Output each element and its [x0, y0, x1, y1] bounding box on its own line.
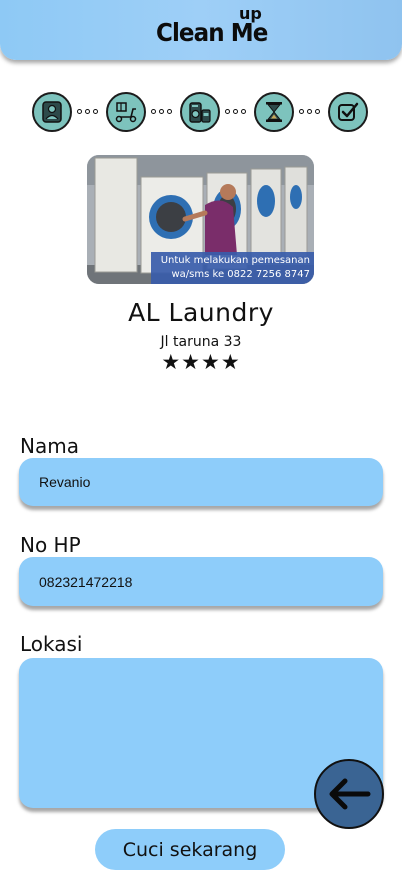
user-profile-icon	[42, 101, 62, 123]
step-waiting[interactable]	[254, 92, 294, 132]
step-done[interactable]	[328, 92, 368, 132]
step-washing[interactable]	[180, 92, 220, 132]
scooter-delivery-icon	[115, 102, 137, 123]
app-logo-superscript: up	[239, 4, 262, 23]
step-profile[interactable]	[32, 92, 72, 132]
phone-label: No HP	[20, 533, 81, 557]
photo-caption-line2: wa/sms ke 0822 7256 8747	[171, 269, 311, 280]
wash-now-button[interactable]: Cuci sekarang	[95, 829, 285, 870]
app-logo-text: Clean Me	[156, 18, 268, 47]
back-button[interactable]	[314, 759, 384, 829]
shop-address: Jl taruna 33	[160, 334, 242, 350]
arrow-left-icon	[329, 778, 371, 810]
step-connector	[77, 109, 98, 114]
name-label: Nama	[20, 434, 79, 458]
location-label: Lokasi	[20, 632, 83, 656]
step-connector	[151, 109, 172, 114]
laundry-photo: Untuk melakukan pemesanan wa/sms ke 0822…	[87, 155, 314, 284]
order-progress-steps	[0, 92, 402, 140]
rating-stars: ★★★★	[161, 350, 241, 374]
washing-machine-icon	[189, 102, 211, 123]
shop-name: AL Laundry	[128, 298, 274, 327]
step-pickup[interactable]	[106, 92, 146, 132]
step-connector	[299, 109, 320, 114]
step-connector	[225, 109, 246, 114]
photo-caption-line1: Untuk melakukan pemesanan	[160, 255, 310, 266]
name-input[interactable]	[19, 458, 383, 506]
phone-input[interactable]	[19, 557, 383, 606]
hourglass-icon	[266, 102, 282, 122]
photo-caption: Untuk melakukan pemesanan wa/sms ke 0822…	[151, 252, 314, 284]
app-header: Clean Me up	[0, 0, 402, 60]
checkbox-done-icon	[338, 102, 359, 121]
